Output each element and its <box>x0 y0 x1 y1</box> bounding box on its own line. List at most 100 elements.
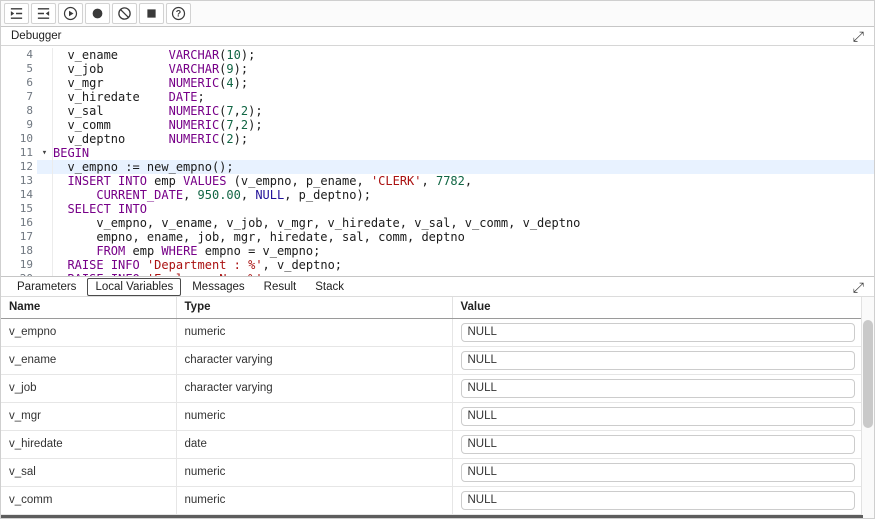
cell-value <box>452 346 863 374</box>
panel-tab-parameters[interactable]: Parameters <box>9 278 84 296</box>
value-input-v_comm[interactable] <box>461 491 856 510</box>
cell-name: v_comm <box>1 486 176 514</box>
grid-header-row: NameTypeValue <box>1 297 863 318</box>
line-number[interactable]: 5 <box>1 62 37 76</box>
variables-grid: NameTypeValue v_empnonumericv_enamechara… <box>1 297 874 518</box>
cell-type: date <box>176 430 452 458</box>
variable-row-v_job[interactable]: v_jobcharacter varying <box>1 374 863 402</box>
code-line-11[interactable]: 11▾BEGIN <box>1 146 874 160</box>
code-line-14[interactable]: 14 CURRENT_DATE, 950.00, NULL, p_deptno)… <box>1 188 874 202</box>
line-number[interactable]: 10 <box>1 132 37 146</box>
code-line-9[interactable]: 9 v_comm NUMERIC(7,2); <box>1 118 874 132</box>
variable-row-v_sal[interactable]: v_salnumeric <box>1 458 863 486</box>
continue-button[interactable] <box>58 3 83 24</box>
help-circle-icon: ? <box>171 6 186 21</box>
variable-row-v_comm[interactable]: v_commnumeric <box>1 486 863 514</box>
code-line-6[interactable]: 6 v_mgr NUMERIC(4); <box>1 76 874 90</box>
variable-row-v_mgr[interactable]: v_mgrnumeric <box>1 402 863 430</box>
variable-row-v_hiredate[interactable]: v_hiredatedate <box>1 430 863 458</box>
line-number[interactable]: 19 <box>1 258 37 272</box>
cell-name: v_empno <box>1 318 176 346</box>
line-number[interactable]: 8 <box>1 104 37 118</box>
stop-button[interactable] <box>139 3 164 24</box>
grid-bottom-border <box>1 515 863 518</box>
fold-spacer <box>37 90 53 104</box>
panel-tab-messages[interactable]: Messages <box>184 278 252 296</box>
code-text: v_hiredate DATE; <box>53 90 874 104</box>
cell-name: v_hiredate <box>1 430 176 458</box>
fold-spacer <box>37 230 53 244</box>
cell-name: v_sal <box>1 458 176 486</box>
help-button[interactable]: ? <box>166 3 191 24</box>
line-number[interactable]: 14 <box>1 188 37 202</box>
code-line-5[interactable]: 5 v_job VARCHAR(9); <box>1 62 874 76</box>
cell-type: numeric <box>176 318 452 346</box>
column-header-value[interactable]: Value <box>452 297 863 318</box>
line-number[interactable]: 18 <box>1 244 37 258</box>
line-number[interactable]: 16 <box>1 216 37 230</box>
value-input-v_sal[interactable] <box>461 463 856 482</box>
fold-spacer <box>37 118 53 132</box>
fold-spacer <box>37 188 53 202</box>
cell-value <box>452 374 863 402</box>
line-number[interactable]: 17 <box>1 230 37 244</box>
line-number[interactable]: 11 <box>1 146 37 160</box>
panel-tab-stack[interactable]: Stack <box>307 278 352 296</box>
value-input-v_empno[interactable] <box>461 323 856 342</box>
line-number[interactable]: 13 <box>1 174 37 188</box>
code-line-13[interactable]: 13 INSERT INTO emp VALUES (v_empno, p_en… <box>1 174 874 188</box>
fold-spacer <box>37 174 53 188</box>
cell-value <box>452 402 863 430</box>
breakpoint-circle-icon <box>90 6 105 21</box>
editor-expand-icon[interactable]: ⤢ <box>851 29 866 43</box>
code-line-12[interactable]: 12 v_empno := new_empno(); <box>1 160 874 174</box>
fold-spacer <box>37 202 53 216</box>
panel-tab-list: ParametersLocal VariablesMessagesResultS… <box>9 278 352 296</box>
line-number[interactable]: 4 <box>1 48 37 62</box>
value-input-v_mgr[interactable] <box>461 407 856 426</box>
variable-row-v_empno[interactable]: v_empnonumeric <box>1 318 863 346</box>
code-line-19[interactable]: 19 RAISE INFO 'Department : %', v_deptno… <box>1 258 874 272</box>
vertical-scrollbar[interactable] <box>861 297 874 518</box>
code-line-18[interactable]: 18 FROM emp WHERE empno = v_empno; <box>1 244 874 258</box>
code-text: v_ename VARCHAR(10); <box>53 48 874 62</box>
scrollbar-thumb[interactable] <box>863 320 873 428</box>
variable-row-v_ename[interactable]: v_enamecharacter varying <box>1 346 863 374</box>
panel-expand-icon[interactable]: ⤢ <box>851 280 866 294</box>
code-text: v_sal NUMERIC(7,2); <box>53 104 874 118</box>
value-input-v_job[interactable] <box>461 379 856 398</box>
value-input-v_hiredate[interactable] <box>461 435 856 454</box>
toggle-breakpoint-button[interactable] <box>85 3 110 24</box>
clear-breakpoints-button[interactable] <box>112 3 137 24</box>
column-header-name[interactable]: Name <box>1 297 176 318</box>
code-line-8[interactable]: 8 v_sal NUMERIC(7,2); <box>1 104 874 118</box>
code-line-17[interactable]: 17 empno, ename, job, mgr, hiredate, sal… <box>1 230 874 244</box>
debugger-toolbar: ? <box>1 1 874 27</box>
code-editor[interactable]: 4 v_ename VARCHAR(10);5 v_job VARCHAR(9)… <box>1 46 874 276</box>
cell-type: character varying <box>176 374 452 402</box>
column-header-type[interactable]: Type <box>176 297 452 318</box>
fold-spacer <box>37 104 53 118</box>
code-text: RAISE INFO 'Department : %', v_deptno; <box>53 258 874 272</box>
fold-arrow-icon[interactable]: ▾ <box>37 146 53 160</box>
line-number[interactable]: 6 <box>1 76 37 90</box>
value-input-v_ename[interactable] <box>461 351 856 370</box>
step-over-button[interactable] <box>31 3 56 24</box>
code-line-4[interactable]: 4 v_ename VARCHAR(10); <box>1 48 874 62</box>
panel-tab-result[interactable]: Result <box>256 278 305 296</box>
cell-type: numeric <box>176 402 452 430</box>
tab-debugger[interactable]: Debugger <box>9 29 72 43</box>
line-number[interactable]: 7 <box>1 90 37 104</box>
cell-name: v_job <box>1 374 176 402</box>
fold-spacer <box>37 160 53 174</box>
code-text: CURRENT_DATE, 950.00, NULL, p_deptno); <box>53 188 874 202</box>
line-number[interactable]: 15 <box>1 202 37 216</box>
code-line-16[interactable]: 16 v_empno, v_ename, v_job, v_mgr, v_hir… <box>1 216 874 230</box>
line-number[interactable]: 12 <box>1 160 37 174</box>
line-number[interactable]: 9 <box>1 118 37 132</box>
code-line-7[interactable]: 7 v_hiredate DATE; <box>1 90 874 104</box>
code-line-10[interactable]: 10 v_deptno NUMERIC(2); <box>1 132 874 146</box>
step-into-button[interactable] <box>4 3 29 24</box>
code-line-15[interactable]: 15 SELECT INTO <box>1 202 874 216</box>
panel-tab-local-variables[interactable]: Local Variables <box>87 278 181 296</box>
